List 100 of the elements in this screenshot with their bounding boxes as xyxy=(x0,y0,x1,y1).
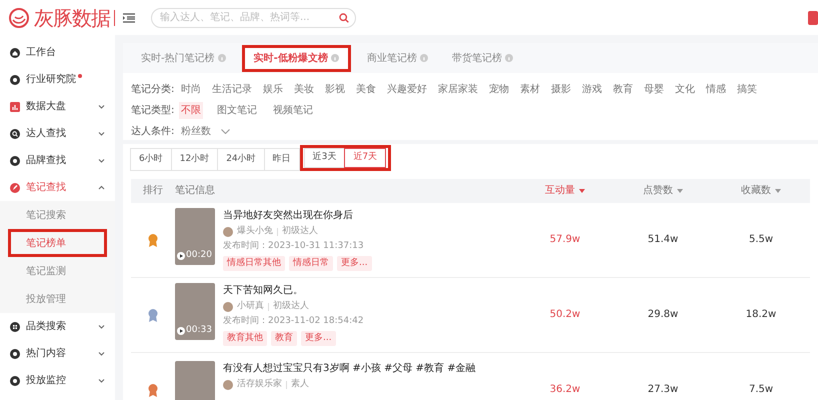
submenu-item[interactable]: 笔记榜单 xyxy=(8,229,107,257)
column-header-cell[interactable]: 收藏数 xyxy=(712,183,810,198)
column-header-cell[interactable]: 互动量 xyxy=(516,183,614,198)
filter-option[interactable]: 情感 xyxy=(704,81,728,98)
filter-option[interactable]: 母婴 xyxy=(642,81,666,98)
filter-option[interactable]: 游戏 xyxy=(580,81,604,98)
circle-icon xyxy=(10,156,20,166)
circle-icon xyxy=(10,376,20,386)
tab[interactable]: 商业笔记榜 xyxy=(358,46,436,70)
filter-option[interactable]: 美妆 xyxy=(292,81,316,98)
interaction-count: 50.2w xyxy=(548,308,582,322)
info-icon xyxy=(330,54,339,62)
info-icon xyxy=(504,54,513,62)
sort-caret-icon[interactable] xyxy=(677,188,683,192)
note-tag[interactable]: 更多... xyxy=(301,330,336,346)
note-tag[interactable]: 情感日常其他 xyxy=(223,256,285,272)
interaction-count: 57.9w xyxy=(548,233,582,247)
chevron-icon xyxy=(98,324,105,329)
author-name[interactable]: 活存娱乐家 xyxy=(237,378,282,392)
tab[interactable]: 实时-热门笔记榜 xyxy=(133,46,234,70)
time-range-button[interactable]: 昨日 xyxy=(264,148,300,170)
logo-text: 灰豚数据 xyxy=(34,4,110,32)
duration-label: 00:33 xyxy=(177,324,212,338)
like-count: 27.3w xyxy=(646,383,680,397)
note-title[interactable]: 天下苦知网久已。 xyxy=(223,282,364,298)
sidebar-item[interactable]: 达人查找 xyxy=(0,120,115,147)
sidebar-item[interactable]: 行业研究院 xyxy=(0,66,115,93)
time-range-button[interactable]: 6小时 xyxy=(130,148,172,170)
notification-badge[interactable] xyxy=(808,10,818,24)
search-field[interactable]: 输入达人、笔记、品牌、热词等... xyxy=(151,8,356,28)
home-icon xyxy=(10,48,20,58)
chevron-icon xyxy=(98,104,105,109)
author-level: 素人 xyxy=(291,378,309,391)
time-range-button[interactable]: 24小时 xyxy=(217,148,265,170)
filter-option[interactable]: 影视 xyxy=(323,81,347,98)
note-title[interactable]: 有没有人想过宝宝只有3岁啊 #小孩 #父母 #教育 #金融 xyxy=(223,361,476,376)
grid-icon xyxy=(10,322,20,332)
note-tag[interactable]: 更多... xyxy=(337,256,372,272)
note-tag[interactable]: 教育 xyxy=(271,330,297,346)
submenu-item[interactable]: 笔记搜索 xyxy=(0,201,115,229)
column-header-cell-text: 排行 xyxy=(142,184,164,198)
filter-option[interactable]: 文化 xyxy=(673,81,697,98)
play-icon xyxy=(177,252,185,260)
chevron-icon xyxy=(98,131,105,136)
note-tag[interactable]: 情感日常 xyxy=(289,256,333,272)
logo-icon xyxy=(8,6,30,28)
filter-option[interactable]: 素材 xyxy=(518,81,542,98)
chevron-icon xyxy=(98,378,105,383)
author-level: 初级达人 xyxy=(273,300,309,313)
search-icon[interactable] xyxy=(339,12,349,22)
filter-option[interactable]: 图文笔记 xyxy=(215,102,259,119)
menu-icon[interactable] xyxy=(123,12,135,22)
video-thumbnail[interactable]: 00:20 xyxy=(175,208,215,265)
tab[interactable]: 带货笔记榜 xyxy=(444,46,521,70)
favorite-count: 7.5w xyxy=(748,383,774,397)
sidebar-item[interactable]: 笔记查找 xyxy=(0,174,115,201)
filter-option[interactable]: 兴趣爱好 xyxy=(385,81,429,98)
sidebar-item[interactable]: 热门内容 xyxy=(0,340,115,367)
time-range-button[interactable]: 12小时 xyxy=(170,148,218,170)
pen-icon xyxy=(10,182,20,192)
sort-caret-icon[interactable] xyxy=(775,188,781,192)
favorite-count: 18.2w xyxy=(744,308,778,322)
avatar xyxy=(223,302,233,312)
info-icon xyxy=(420,54,428,62)
chevron-icon xyxy=(98,185,105,190)
author-name[interactable]: 小研真 xyxy=(237,300,264,314)
fans-dropdown[interactable]: 粉丝数 xyxy=(179,123,213,140)
filter-option[interactable]: 时尚 xyxy=(179,81,203,98)
sidebar-item[interactable]: 数据大盘 xyxy=(0,93,115,120)
author-name[interactable]: 爆头小兔 xyxy=(237,224,273,238)
filter-option[interactable]: 生活记录 xyxy=(210,81,254,98)
duration-label: 00:20 xyxy=(177,249,212,263)
time-range-button[interactable]: 近3天 xyxy=(304,148,346,168)
filter-option[interactable]: 宠物 xyxy=(487,81,511,98)
sort-caret-icon[interactable] xyxy=(579,188,585,192)
tab[interactable]: 实时-低粉爆文榜 xyxy=(242,44,351,72)
filter-option[interactable]: 美食 xyxy=(354,81,378,98)
filter-option[interactable]: 搞笑 xyxy=(735,81,759,98)
video-thumbnail[interactable]: 00:33 xyxy=(175,282,215,340)
sidebar-item[interactable]: 投放监控 xyxy=(0,367,115,394)
filter-option[interactable]: 视频笔记 xyxy=(271,102,315,119)
filter-label: 达人条件: xyxy=(131,124,176,139)
note-tag[interactable]: 教育其他 xyxy=(223,330,267,346)
info-icon xyxy=(218,54,226,62)
chart-icon xyxy=(10,102,20,112)
filter-option[interactable]: 娱乐 xyxy=(261,81,285,98)
filter-option[interactable]: 不限 xyxy=(179,102,203,119)
submenu-item[interactable]: 笔记监测 xyxy=(0,257,115,285)
filter-option[interactable]: 教育 xyxy=(611,81,635,98)
chevron-icon[interactable] xyxy=(221,129,230,134)
sidebar-item[interactable]: 品牌查找 xyxy=(0,147,115,174)
column-header-cell[interactable]: 点赞数 xyxy=(614,183,712,198)
filter-option[interactable]: 摄影 xyxy=(549,81,573,98)
sidebar-item[interactable]: 工作台 xyxy=(0,39,115,66)
note-title[interactable]: 当异地好友突然出现在你身后 xyxy=(223,208,372,223)
filter-option[interactable]: 家居家装 xyxy=(436,81,480,98)
avatar xyxy=(223,380,233,390)
submenu-item[interactable]: 投放管理 xyxy=(0,285,115,313)
time-range-button[interactable]: 近7天 xyxy=(344,148,386,168)
sidebar-item[interactable]: 品类搜索 xyxy=(0,313,115,340)
